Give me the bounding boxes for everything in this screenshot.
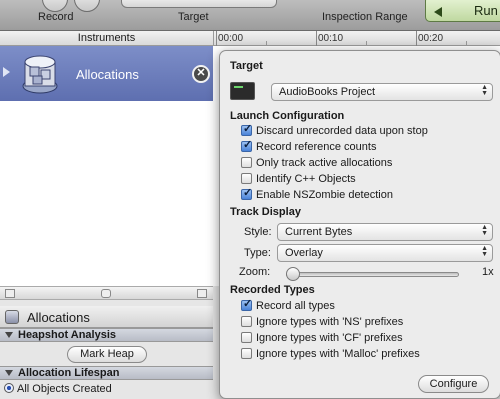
configure-button[interactable]: Configure [418, 375, 489, 393]
section-title: Heapshot Analysis [18, 329, 117, 341]
pause-button[interactable] [74, 0, 100, 12]
identify-cpp-objects-checkbox[interactable]: Identify C++ Objects [241, 173, 356, 187]
popup-arrows-icon: ▲ ▼ [481, 245, 488, 258]
checkbox-unchecked-icon[interactable] [241, 316, 252, 327]
split-view-icon[interactable] [197, 289, 207, 298]
allocations-small-icon [5, 310, 19, 324]
instrument-row-allocations[interactable]: Allocations [0, 46, 213, 101]
target-label: Target [178, 11, 209, 23]
zoom-label: Zoom: [239, 266, 271, 278]
ruler-tick-label: 00:20 [418, 33, 444, 44]
type-label: Type: [244, 247, 271, 259]
toolbar: Record Target Inspection Range Run [0, 0, 500, 31]
checkbox-checked-icon[interactable] [241, 123, 252, 136]
enable-nszombie-checkbox[interactable]: Enable NSZombie detection [241, 187, 393, 203]
heapshot-analysis-section[interactable]: Heapshot Analysis [0, 328, 213, 342]
ruler-tick [216, 31, 217, 46]
checkbox-label: Discard unrecorded data upon stop [256, 125, 428, 137]
section-collapse-icon [5, 370, 13, 376]
type-popup[interactable]: Overlay ▲ ▼ [277, 244, 493, 262]
disclosure-triangle-icon[interactable] [3, 67, 10, 77]
checkbox-checked-icon[interactable] [241, 187, 252, 200]
style-label: Style: [244, 226, 272, 238]
ignore-ns-prefix-checkbox[interactable]: Ignore types with 'NS' prefixes [241, 316, 403, 330]
checkbox-checked-icon[interactable] [241, 298, 252, 311]
checkbox-label: Record all types [256, 300, 335, 312]
close-popover-icon[interactable]: ✕ [192, 65, 210, 83]
ignore-cf-prefix-checkbox[interactable]: Ignore types with 'CF' prefixes [241, 332, 403, 346]
graph-icon[interactable] [5, 289, 15, 298]
checkbox-unchecked-icon[interactable] [241, 348, 252, 359]
mark-heap-button[interactable]: Mark Heap [67, 346, 147, 363]
detail-panel-header: Allocations [0, 306, 213, 328]
instruments-column-header: Instruments [0, 31, 213, 46]
instrument-config-popover: Target AudioBooks Project ▲ ▼ Launch Conf… [219, 50, 500, 399]
checkbox-unchecked-icon[interactable] [241, 332, 252, 343]
zoom-value-label: 1x [482, 266, 494, 278]
checkbox-unchecked-icon[interactable] [241, 157, 252, 168]
ruler-tick [316, 31, 317, 46]
checkbox-label: Only track active allocations [256, 157, 393, 169]
ruler-tick [416, 31, 417, 46]
section-title: Allocation Lifespan [18, 367, 120, 379]
record-all-types-checkbox[interactable]: Record all types [241, 298, 335, 314]
only-track-active-checkbox[interactable]: Only track active allocations [241, 157, 392, 171]
zoom-slider-knob[interactable] [286, 267, 300, 281]
target-selector[interactable] [121, 0, 277, 8]
style-popup[interactable]: Current Bytes ▲ ▼ [277, 223, 493, 241]
checkbox-label: Ignore types with 'CF' prefixes [256, 332, 403, 344]
allocation-lifespan-section[interactable]: Allocation Lifespan [0, 366, 213, 380]
instruments-list-empty [0, 101, 213, 286]
detail-panel-title: Allocations [27, 310, 90, 325]
ignore-malloc-prefix-checkbox[interactable]: Ignore types with 'Malloc' prefixes [241, 348, 420, 362]
scroll-knob[interactable] [101, 289, 111, 298]
ruler-tick-label: 00:10 [318, 33, 344, 44]
instrument-name: Allocations [76, 67, 139, 82]
target-popup-value: AudioBooks Project [279, 86, 375, 98]
run-arrow-icon [434, 7, 442, 17]
discard-unrecorded-checkbox[interactable]: Discard unrecorded data upon stop [241, 123, 428, 139]
inspection-range-label: Inspection Range [322, 11, 408, 23]
checkbox-label: Identify C++ Objects [256, 173, 356, 185]
track-display-heading: Track Display [230, 206, 301, 218]
target-heading: Target [230, 60, 263, 72]
checkbox-label: Ignore types with 'NS' prefixes [256, 316, 404, 328]
zoom-slider-track[interactable] [286, 272, 459, 277]
lifespan-option-all-objects[interactable]: All Objects Created [4, 383, 112, 395]
allocations-instrument-icon [22, 55, 58, 94]
section-collapse-icon [5, 332, 13, 338]
popup-arrows-icon: ▲ ▼ [481, 224, 488, 237]
checkbox-label: Record reference counts [256, 141, 377, 153]
instruments-footer-bar [0, 286, 213, 300]
checkbox-label: Enable NSZombie detection [256, 189, 393, 201]
record-label: Record [38, 11, 74, 23]
run-button[interactable]: Run [425, 0, 500, 22]
record-reference-counts-checkbox[interactable]: Record reference counts [241, 139, 377, 155]
timeline-ruler: 00:00 00:10 00:20 [213, 31, 500, 46]
radio-label: All Objects Created [17, 383, 112, 395]
target-app-icon [230, 82, 255, 100]
type-popup-value: Overlay [285, 247, 323, 259]
target-popup[interactable]: AudioBooks Project ▲ ▼ [271, 83, 493, 101]
radio-selected-icon[interactable] [4, 383, 14, 393]
run-label: Run [474, 3, 498, 18]
ruler-tick-label: 00:00 [218, 33, 244, 44]
checkbox-checked-icon[interactable] [241, 139, 252, 152]
launch-configuration-heading: Launch Configuration [230, 110, 345, 122]
popup-arrows-icon: ▲ ▼ [481, 84, 488, 97]
recorded-types-heading: Recorded Types [230, 284, 315, 296]
checkbox-unchecked-icon[interactable] [241, 173, 252, 184]
checkbox-label: Ignore types with 'Malloc' prefixes [256, 348, 420, 360]
style-popup-value: Current Bytes [285, 226, 353, 238]
